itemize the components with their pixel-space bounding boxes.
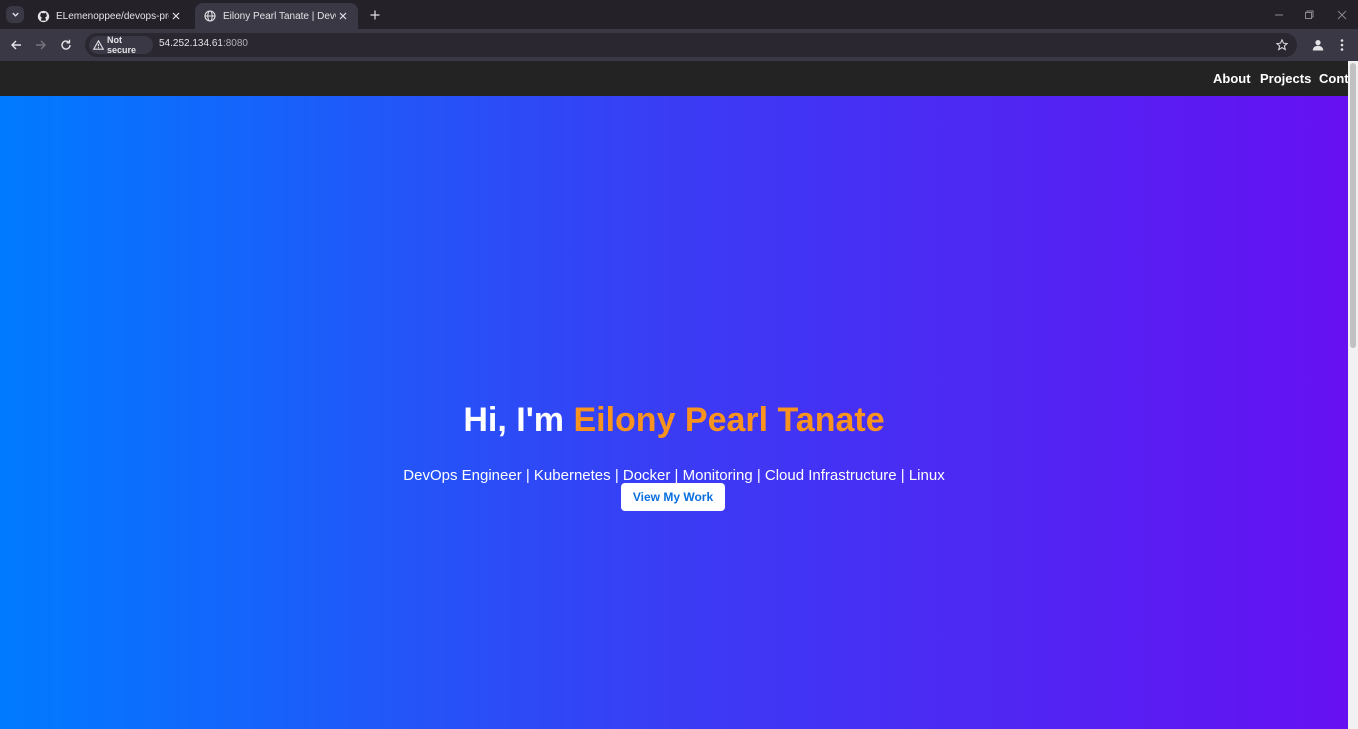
- forward-button[interactable]: [32, 36, 50, 54]
- reload-icon: [61, 39, 71, 50]
- globe-icon: [203, 9, 217, 23]
- address-bar[interactable]: Not secure 54.252.134.61:8080: [85, 33, 1297, 57]
- scrollbar-thumb[interactable]: [1350, 63, 1356, 348]
- minimize-button[interactable]: [1270, 6, 1288, 24]
- security-indicator[interactable]: Not secure: [89, 35, 153, 55]
- kebab-menu-icon: [1340, 39, 1344, 51]
- nav-link-projects[interactable]: Projects: [1260, 71, 1311, 86]
- tab-github[interactable]: ELemenoppee/devops-projects: [28, 3, 191, 29]
- profile-button[interactable]: [1309, 36, 1327, 54]
- tab-title: ELemenoppee/devops-projects: [56, 10, 169, 22]
- tab-strip: ELemenoppee/devops-projects Eilony Pearl…: [0, 0, 1358, 29]
- tab-portfolio[interactable]: Eilony Pearl Tanate | DevOps Er: [195, 3, 358, 29]
- hero-name: Eilony Pearl Tanate: [573, 401, 885, 439]
- security-label: Not secure: [107, 35, 137, 55]
- star-icon: [1276, 39, 1288, 51]
- plus-icon: [370, 10, 380, 20]
- person-icon: [1312, 40, 1324, 51]
- reload-button[interactable]: [57, 36, 75, 54]
- url-port: :8080: [222, 38, 248, 49]
- tab-title: Eilony Pearl Tanate | DevOps Er: [223, 10, 336, 22]
- new-tab-button[interactable]: [366, 6, 384, 24]
- close-icon[interactable]: [169, 9, 183, 23]
- close-window-button[interactable]: [1333, 6, 1351, 24]
- arrow-left-icon: [11, 40, 21, 50]
- arrow-right-icon: [36, 40, 46, 50]
- close-icon: [1337, 10, 1347, 20]
- page-viewport: About Projects Conta Hi, I'm Eilony Pear…: [0, 61, 1358, 729]
- minimize-icon: [1275, 14, 1283, 16]
- restore-icon: [1305, 10, 1314, 19]
- browser-menu-button[interactable]: [1333, 36, 1351, 54]
- scrollbar[interactable]: [1348, 61, 1358, 729]
- hero-title: Hi, I'm Eilony Pearl Tanate: [0, 401, 1348, 440]
- browser-toolbar: Not secure 54.252.134.61:8080: [0, 29, 1358, 61]
- warning-icon: [93, 40, 104, 50]
- view-my-work-button[interactable]: View My Work: [621, 483, 725, 511]
- nav-link-contact[interactable]: Conta: [1319, 71, 1348, 86]
- back-button[interactable]: [7, 36, 25, 54]
- nav-link-about[interactable]: About: [1213, 71, 1251, 86]
- url-host: 54.252.134.61: [159, 38, 223, 49]
- github-icon: [36, 9, 50, 23]
- url-text[interactable]: 54.252.134.61:8080: [159, 38, 248, 49]
- chevron-down-icon: [11, 12, 19, 17]
- bookmark-button[interactable]: [1273, 36, 1291, 54]
- hero-subtitle: DevOps Engineer | Kubernetes | Docker | …: [403, 467, 945, 484]
- hero-section: Hi, I'm Eilony Pearl Tanate DevOps Engin…: [0, 96, 1348, 729]
- close-icon[interactable]: [336, 9, 350, 23]
- tab-search-button[interactable]: [6, 6, 24, 23]
- hero-greeting: Hi, I'm: [463, 401, 574, 439]
- site-navbar: About Projects Conta: [0, 61, 1348, 96]
- restore-button[interactable]: [1300, 6, 1318, 24]
